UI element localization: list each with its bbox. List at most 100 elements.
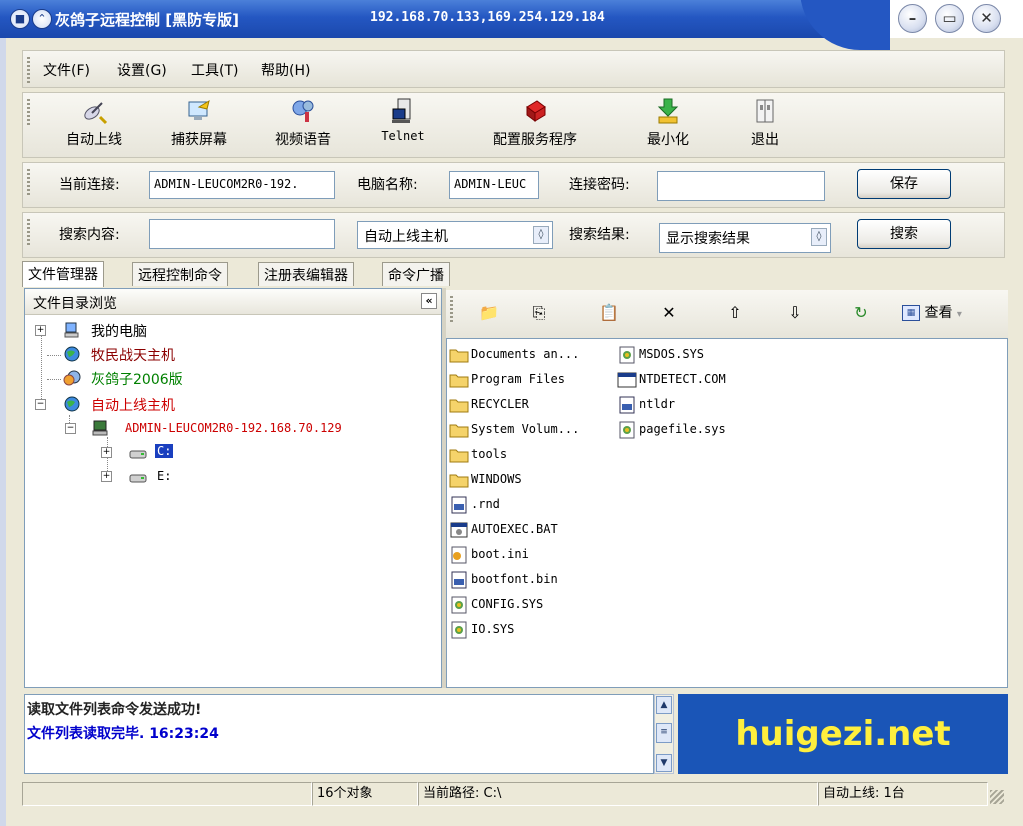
title-bar[interactable]: ■ ⌃ 灰鸽子远程控制 [黑防专版] 192.168.70.133,169.25… <box>0 0 1023 50</box>
view-menu-button[interactable]: ▦ 查看 ▾ <box>902 302 962 324</box>
brand-banner: huigezi.net <box>678 694 1008 774</box>
list-item[interactable]: MSDOS.SYS <box>617 344 704 364</box>
tree-item-auto-online-hosts[interactable]: 自动上线主机 <box>91 395 175 415</box>
expand-my-computer[interactable]: + <box>35 325 46 336</box>
connection-password-label: 连接密码: <box>569 177 630 193</box>
config-server-button[interactable]: 配置服务程序 <box>479 97 591 155</box>
toolbar-grip[interactable] <box>27 99 30 125</box>
telnet-terminal-icon <box>392 98 411 123</box>
search-content-input[interactable] <box>149 219 335 249</box>
video-voice-label: 视频语音 <box>275 132 331 148</box>
close-window-button[interactable]: ✕ <box>972 4 1001 33</box>
save-button[interactable]: 保存 <box>857 169 951 199</box>
delete-icon[interactable]: ✕ <box>658 302 680 324</box>
search-result-select[interactable]: 显示搜索结果 ◊ <box>659 223 831 253</box>
tab-file-manager[interactable]: 文件管理器 <box>22 261 104 287</box>
paste-icon[interactable]: 📋 <box>598 302 620 324</box>
exit-button[interactable]: 退出 <box>735 97 795 155</box>
refresh-icon[interactable]: ↻ <box>850 302 872 324</box>
collapse-auto-online-hosts[interactable]: − <box>35 399 46 410</box>
video-voice-button[interactable]: 视频语音 <box>263 97 343 155</box>
collapse-panel-button[interactable]: « <box>421 293 437 309</box>
tree-line <box>47 379 61 380</box>
list-item[interactable]: AUTOEXEC.BAT <box>449 519 558 539</box>
up-folder-icon[interactable]: 📁 <box>478 302 500 324</box>
list-item[interactable]: NTDETECT.COM <box>617 369 726 389</box>
scroll-up-icon[interactable]: ▲ <box>656 696 672 714</box>
tree-item-host-group-2[interactable]: 灰鸽子2006版 <box>91 369 183 389</box>
scroll-thumb[interactable]: ≡ <box>656 723 672 743</box>
view-grid-icon: ▦ <box>902 305 920 321</box>
directory-tree-header: 文件目录浏览 « <box>25 289 441 315</box>
list-item[interactable]: IO.SYS <box>449 619 514 639</box>
list-item[interactable]: boot.ini <box>449 544 529 564</box>
collapse-admin-host[interactable]: − <box>65 423 76 434</box>
search-grip[interactable] <box>27 219 30 245</box>
exit-label: 退出 <box>751 132 779 148</box>
expand-drive-e[interactable]: + <box>101 471 112 482</box>
search-scope-value: 自动上线主机 <box>364 229 448 245</box>
download-icon[interactable]: ⇩ <box>784 302 806 324</box>
expand-drive-c[interactable]: + <box>101 447 112 458</box>
screen-capture-icon <box>188 99 210 120</box>
list-item[interactable]: RECYCLER <box>449 394 529 414</box>
list-item[interactable]: tools <box>449 444 507 464</box>
system-file-icon <box>619 421 635 438</box>
list-item[interactable]: bootfont.bin <box>449 569 558 589</box>
telnet-button[interactable]: Telnet <box>373 97 433 155</box>
menu-tools[interactable]: 工具(T) <box>191 60 238 80</box>
search-button[interactable]: 搜索 <box>857 219 951 249</box>
search-scope-select[interactable]: 自动上线主机 ◊ <box>357 221 553 249</box>
list-item[interactable]: Program Files <box>449 369 565 389</box>
search-result-dropdown-icon[interactable]: ◊ <box>811 228 827 246</box>
tree-item-drive-c[interactable]: C: <box>155 444 174 458</box>
folder-icon <box>449 374 469 387</box>
resize-grip[interactable] <box>990 790 1004 804</box>
menu-grip[interactable] <box>27 57 30 83</box>
system-file-icon <box>451 596 467 613</box>
tree-item-drive-e[interactable]: E: <box>157 469 171 483</box>
minimize-button[interactable]: 最小化 <box>633 97 703 155</box>
search-scope-dropdown-icon[interactable]: ◊ <box>533 226 549 244</box>
minimize-label: 最小化 <box>647 132 689 148</box>
upload-icon[interactable]: ⇧ <box>724 302 746 324</box>
log-scrollbar[interactable]: ▲ ≡ ▼ <box>654 694 674 774</box>
batch-file-icon <box>450 522 468 537</box>
tab-registry-editor[interactable]: 注册表编辑器 <box>258 262 354 286</box>
menu-file[interactable]: 文件(F) <box>43 60 90 80</box>
minimize-icon <box>657 98 679 124</box>
list-item[interactable]: WINDOWS <box>449 469 522 489</box>
connection-password-field[interactable] <box>657 171 825 201</box>
auto-online-button[interactable]: 自动上线 <box>59 97 129 155</box>
list-item[interactable]: .rnd <box>449 494 500 514</box>
capture-screen-button[interactable]: 捕获屏幕 <box>159 97 239 155</box>
ini-file-icon <box>451 546 467 563</box>
tab-command-broadcast[interactable]: 命令广播 <box>382 262 450 286</box>
tree-item-admin-host[interactable]: ADMIN-LEUCOM2R0-192.168.70.129 <box>125 421 342 435</box>
file-toolbar-grip[interactable] <box>450 296 453 322</box>
maximize-window-button[interactable]: ▭ <box>935 4 964 33</box>
tree-item-my-computer[interactable]: 我的电脑 <box>91 321 147 341</box>
tab-remote-commands[interactable]: 远程控制命令 <box>132 262 228 286</box>
connection-grip[interactable] <box>27 169 30 195</box>
system-menu-icon[interactable]: ■ <box>10 9 30 29</box>
menu-settings[interactable]: 设置(G) <box>117 60 167 80</box>
computer-name-field[interactable]: ADMIN-LEUC <box>449 171 539 199</box>
current-connection-label: 当前连接: <box>59 177 120 193</box>
list-item[interactable]: pagefile.sys <box>617 419 726 439</box>
main-toolbar: 自动上线 捕获屏幕 视频语音 Telnet 配置服务程序 最小化 退出 <box>22 92 1005 158</box>
current-connection-field[interactable]: ADMIN-LEUCOM2R0-192. <box>149 171 335 199</box>
menu-help[interactable]: 帮助(H) <box>261 60 310 80</box>
list-item[interactable]: ntldr <box>617 394 675 414</box>
search-result-label: 搜索结果: <box>569 227 630 243</box>
list-item[interactable]: CONFIG.SYS <box>449 594 543 614</box>
log-output[interactable]: 读取文件列表命令发送成功! 文件列表读取完毕. 16:23:24 <box>24 694 654 774</box>
list-item[interactable]: Documents an... <box>449 344 579 364</box>
tree-item-host-group-1[interactable]: 牧民战天主机 <box>91 345 175 365</box>
copy-icon[interactable]: ⎘ <box>528 302 550 324</box>
minimize-window-button[interactable]: – <box>898 4 927 33</box>
rollup-icon[interactable]: ⌃ <box>32 9 52 29</box>
list-item[interactable]: System Volum... <box>449 419 579 439</box>
menu-bar: 文件(F) 设置(G) 工具(T) 帮助(H) <box>22 50 1005 88</box>
scroll-down-icon[interactable]: ▼ <box>656 754 672 772</box>
